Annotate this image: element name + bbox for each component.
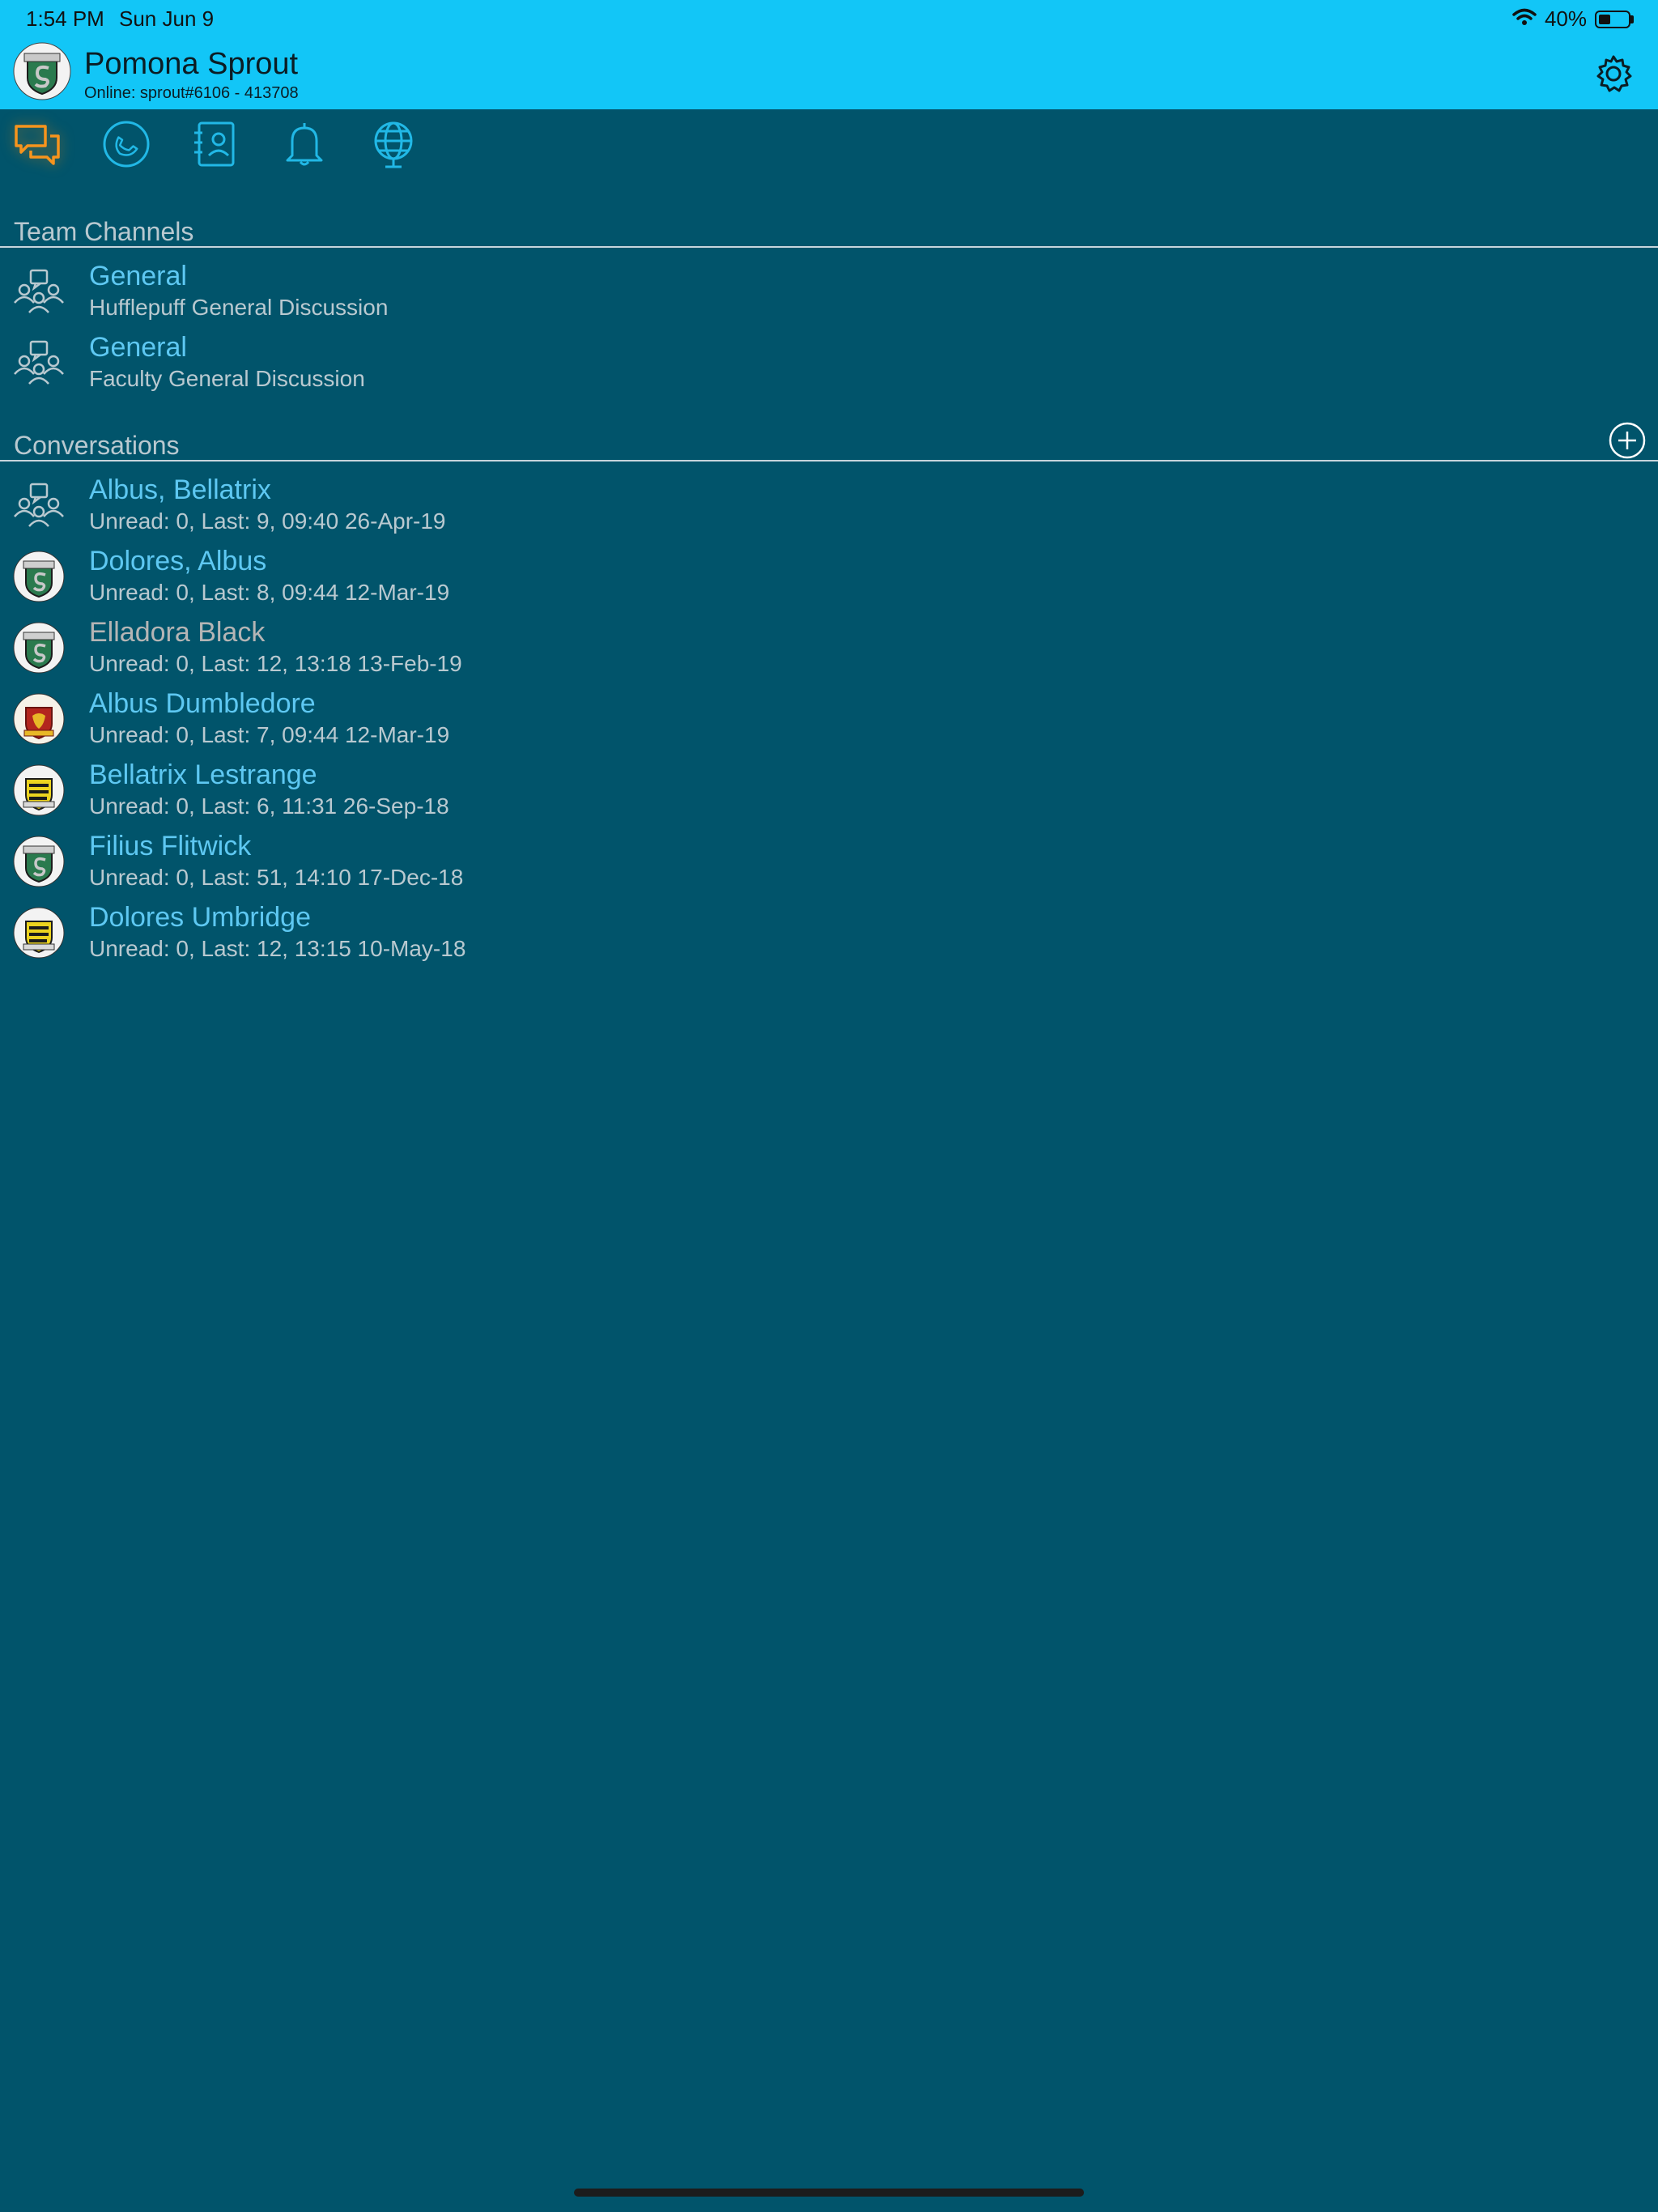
phone-icon	[102, 120, 151, 172]
slytherin-crest-icon	[13, 622, 65, 674]
plus-circle-icon	[1609, 422, 1646, 459]
user-avatar[interactable]	[13, 42, 71, 104]
conversation-meta: Unread: 0, Last: 9, 09:40 26-Apr-19	[89, 508, 446, 534]
conversation-row[interactable]: Elladora Black Unread: 0, Last: 12, 13:18…	[0, 615, 1658, 687]
group-icon	[13, 479, 65, 531]
conversation-row[interactable]: Albus Dumbledore Unread: 0, Last: 7, 09:4…	[0, 687, 1658, 758]
conversation-name: Albus Dumbledore	[89, 688, 316, 719]
battery-icon	[1595, 10, 1634, 28]
group-icon	[13, 266, 65, 317]
wifi-icon	[1512, 6, 1537, 32]
status-time: 1:54 PM	[26, 6, 104, 31]
conversations-header: Conversations	[0, 422, 1658, 462]
tab-notifications[interactable]	[275, 117, 334, 175]
conversation-row[interactable]: Bellatrix Lestrange Unread: 0, Last: 6, 1…	[0, 758, 1658, 829]
status-date: Sun Jun 9	[119, 6, 215, 31]
channel-name: General	[89, 261, 187, 291]
section-title: Team Channels	[14, 217, 194, 246]
tab-contacts[interactable]	[186, 117, 244, 175]
section-title: Conversations	[14, 431, 180, 460]
conversation-name: Filius Flitwick	[89, 831, 252, 861]
tab-chats[interactable]	[8, 117, 66, 175]
gryffindor-crest-icon	[13, 693, 65, 745]
conversation-meta: Unread: 0, Last: 51, 14:10 17-Dec-18	[89, 865, 464, 890]
group-icon	[13, 337, 65, 389]
conversation-meta: Unread: 0, Last: 12, 13:15 10-May-18	[89, 936, 466, 961]
conversation-meta: Unread: 0, Last: 6, 11:31 26-Sep-18	[89, 793, 449, 819]
chat-bubbles-icon	[13, 121, 62, 171]
app-header: 1:54 PM Sun Jun 9 40% Pomona Sprout Onli…	[0, 0, 1658, 109]
conversation-row[interactable]: Dolores, Albus Unread: 0, Last: 8, 09:44 …	[0, 544, 1658, 615]
home-indicator[interactable]	[574, 2189, 1084, 2197]
channel-name: General	[89, 332, 187, 363]
add-conversation-button[interactable]	[1608, 421, 1647, 464]
conversation-row[interactable]: Filius Flitwick Unread: 0, Last: 51, 14:1…	[0, 829, 1658, 900]
conversation-row[interactable]: Albus, Bellatrix Unread: 0, Last: 9, 09:4…	[0, 473, 1658, 544]
channel-description: Faculty General Discussion	[89, 366, 365, 391]
conversation-name: Bellatrix Lestrange	[89, 759, 317, 790]
channel-row[interactable]: General Hufflepuff General Discussion	[0, 259, 1658, 330]
globe-icon	[369, 118, 418, 174]
battery-percent: 40%	[1544, 6, 1587, 31]
user-status: Online: sprout#6106 - 413708	[84, 84, 299, 102]
settings-button[interactable]	[1593, 53, 1634, 98]
slytherin-crest-icon	[13, 836, 65, 887]
slytherin-crest-icon	[13, 551, 65, 602]
tab-world[interactable]	[364, 117, 423, 175]
user-name: Pomona Sprout	[84, 47, 299, 81]
hufflepuff-crest-icon	[13, 764, 65, 816]
gear-icon	[1593, 55, 1634, 97]
team-channels-header: Team Channels	[0, 215, 1658, 248]
conversation-name: Elladora Black	[89, 617, 266, 648]
conversation-name: Dolores Umbridge	[89, 902, 311, 933]
channel-row[interactable]: General Faculty General Discussion	[0, 330, 1658, 402]
status-indicators: 40%	[1512, 6, 1634, 32]
tab-bar	[0, 117, 486, 181]
conversation-row[interactable]: Dolores Umbridge Unread: 0, Last: 12, 13:…	[0, 900, 1658, 972]
bell-icon	[284, 120, 325, 172]
conversation-meta: Unread: 0, Last: 7, 09:44 12-Mar-19	[89, 722, 450, 747]
conversation-name: Dolores, Albus	[89, 546, 267, 576]
tab-calls[interactable]	[97, 117, 155, 175]
conversation-name: Albus, Bellatrix	[89, 474, 271, 505]
conversation-meta: Unread: 0, Last: 12, 13:18 13-Feb-19	[89, 651, 462, 676]
conversation-meta: Unread: 0, Last: 8, 09:44 12-Mar-19	[89, 580, 450, 605]
hufflepuff-crest-icon	[13, 907, 65, 959]
channel-description: Hufflepuff General Discussion	[89, 295, 389, 320]
contacts-icon	[193, 120, 238, 172]
